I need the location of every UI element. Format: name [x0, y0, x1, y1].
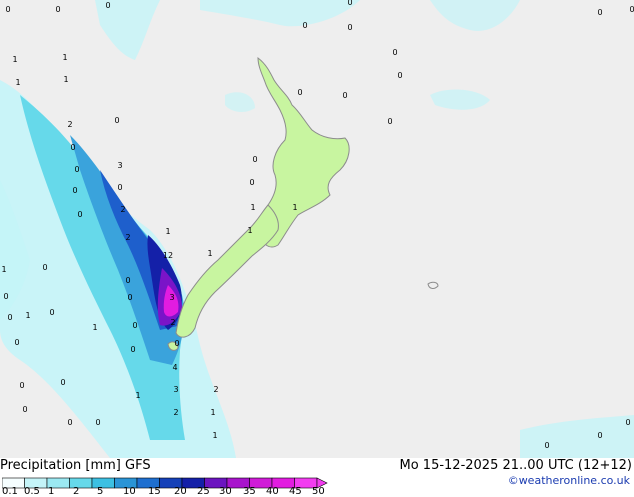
point-value-label: 1 [12, 55, 17, 64]
point-value-label: 0 [7, 313, 12, 322]
point-value-label: 2 [170, 318, 175, 327]
point-value-label: 0 [597, 8, 602, 17]
point-value-label: 1 [247, 226, 252, 235]
color-scale-tick-label: 0.5 [24, 486, 40, 497]
point-value-label: 0 [49, 308, 54, 317]
point-value-label: 3 [169, 293, 174, 302]
point-value-label: 0 [70, 143, 75, 152]
color-scale-tick-label: 0.1 [2, 486, 18, 497]
chatham-islands [427, 281, 439, 289]
point-value-label: 2 [125, 233, 130, 242]
point-value-label: 1 [15, 78, 20, 87]
point-value-label: 1 [1, 265, 6, 274]
point-value-label: 0 [60, 378, 65, 387]
point-value-label: 0 [392, 48, 397, 57]
point-value-label: 0 [19, 381, 24, 390]
color-scale-tick-label: 2 [73, 486, 80, 497]
map-title: Precipitation [mm] GFS [0, 458, 151, 473]
color-scale-tick-label: 40 [266, 486, 279, 497]
point-value-label: 0 [74, 165, 79, 174]
map-title-text: Precipitation [mm] [0, 458, 121, 473]
point-value-label: 4 [172, 363, 177, 372]
point-value-label: 0 [297, 88, 302, 97]
point-value-label: 2 [173, 408, 178, 417]
point-value-label: 0 [302, 21, 307, 30]
model-name: GFS [125, 458, 151, 473]
credit-link[interactable]: ©weatheronline.co.uk [508, 474, 630, 487]
color-scale-tick-label: 45 [289, 486, 302, 497]
precipitation-map: 0 0 0 0 0 0 0 0 1 1 1 1 2 0 0 0 0 0 0 0 3 0 0 0 0 0 0 1 1 2 2 12 1 1 1 1 0 0 0… [0, 0, 634, 458]
point-value-label: 0 [55, 5, 60, 14]
point-value-label: 0 [347, 0, 352, 7]
color-scale-tick-label: 50 [312, 486, 325, 497]
point-value-label: 0 [5, 5, 10, 14]
color-scale-tick-label: 30 [219, 486, 232, 497]
point-value-label: 1 [25, 311, 30, 320]
point-value-label: 0 [544, 441, 549, 450]
point-value-label: 1 [207, 249, 212, 258]
point-value-label: 12 [163, 251, 173, 260]
point-value-label: 0 [625, 418, 630, 427]
point-value-label: 0 [77, 210, 82, 219]
point-value-label: 1 [165, 227, 170, 236]
point-value-label: 0 [95, 418, 100, 427]
point-value-label: 0 [347, 23, 352, 32]
point-value-label: 0 [597, 431, 602, 440]
color-scale-tick-label: 1 [48, 486, 55, 497]
point-value-label: 2 [120, 205, 125, 214]
color-scale-tick-label: 10 [123, 486, 136, 497]
point-value-label: 0 [117, 183, 122, 192]
point-value-label: 0 [105, 1, 110, 10]
point-value-label: 0 [342, 91, 347, 100]
point-value-label: 0 [125, 276, 130, 285]
point-value-label: 0 [387, 117, 392, 126]
point-value-label: 1 [62, 53, 67, 62]
point-value-label: 0 [130, 345, 135, 354]
point-value-label: 2 [67, 120, 72, 129]
point-value-label: 0 [72, 186, 77, 195]
color-scale-tick-label: 20 [174, 486, 187, 497]
point-value-label: 3 [117, 161, 122, 170]
point-value-label: 1 [135, 391, 140, 400]
point-value-label: 0 [252, 155, 257, 164]
color-scale-tick-label: 35 [243, 486, 256, 497]
point-value-label: 0 [174, 339, 179, 348]
point-value-label: 1 [292, 203, 297, 212]
point-value-label: 0 [127, 293, 132, 302]
point-value-label: 2 [213, 385, 218, 394]
point-value-label: 0 [114, 116, 119, 125]
color-scale-tick-label: 15 [148, 486, 161, 497]
valid-time: Mo 15-12-2025 21..00 UTC (12+12) [399, 458, 633, 473]
point-value-label: 1 [92, 323, 97, 332]
point-value-label: 0 [249, 178, 254, 187]
color-scale-tick-label: 5 [97, 486, 104, 497]
color-scale-tick-label: 25 [197, 486, 210, 497]
point-value-label: 0 [629, 5, 634, 14]
point-value-label: 1 [250, 203, 255, 212]
point-value-label: 0 [22, 405, 27, 414]
point-value-label: 0 [67, 418, 72, 427]
point-value-label: 1 [212, 431, 217, 440]
point-value-label: 3 [173, 385, 178, 394]
map-canvas: 0 0 0 00 00 01 11 12000 000030000001122121111 000… [0, 0, 634, 458]
point-value-label: 0 [14, 338, 19, 347]
point-value-label: 1 [63, 75, 68, 84]
point-value-label: 0 [132, 321, 137, 330]
point-value-label: 1 [210, 408, 215, 417]
point-value-label: 0 [42, 263, 47, 272]
map-footer: Precipitation [mm] GFS Mo 15-12-2025 21.… [0, 458, 634, 497]
point-value-label: 0 [397, 71, 402, 80]
point-value-label: 0 [3, 292, 8, 301]
